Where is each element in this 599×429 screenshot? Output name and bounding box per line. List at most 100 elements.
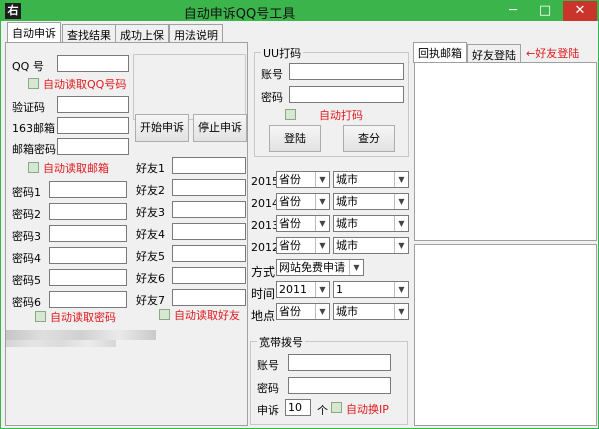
friend-input[interactable]	[172, 157, 246, 174]
friend-input[interactable]	[172, 245, 246, 262]
uu-password-label: 密码	[261, 91, 283, 104]
tab-receipt-mail[interactable]: 回执邮箱	[413, 42, 467, 63]
uu-password-input[interactable]	[289, 86, 404, 103]
tab-search-results[interactable]: 查找结果	[62, 24, 116, 43]
stop-appeal-button[interactable]: 停止申诉	[193, 114, 247, 142]
uu-account-input[interactable]	[289, 63, 404, 80]
province-select[interactable]: 省份 ▼	[276, 193, 330, 210]
friend-login-note: ←好友登陆	[526, 47, 580, 60]
password-input[interactable]	[49, 291, 127, 308]
qq-label: QQ 号	[12, 60, 44, 73]
auto-code-checkbox[interactable]	[285, 109, 296, 120]
tab-usage[interactable]: 用法说明	[169, 24, 223, 43]
tab-success[interactable]: 成功上保	[115, 24, 169, 43]
year-label: 2014	[251, 197, 279, 210]
appeal-count-input[interactable]: 10	[285, 399, 311, 416]
time-month-select[interactable]: 1 ▼	[333, 281, 409, 298]
broadband-password-label: 密码	[257, 382, 279, 395]
friend-input[interactable]	[172, 201, 246, 218]
captcha-image	[133, 54, 246, 120]
password-label: 密码1	[12, 186, 41, 199]
location-province-select[interactable]: 省份 ▼	[276, 303, 330, 320]
login-button[interactable]: 登陆	[269, 125, 321, 152]
title-bar[interactable]: 右 自动申诉QQ号工具 ─ □ ✕	[1, 1, 598, 22]
auto-read-password-label: 自动读取密码	[50, 311, 116, 324]
left-panel: QQ 号 自动读取QQ号码 验证码 163邮箱 邮箱密码 开始申诉 停止申诉 自…	[5, 42, 248, 426]
auto-ip-checkbox[interactable]	[331, 402, 342, 413]
province-select[interactable]: 省份 ▼	[276, 171, 330, 188]
chevron-down-icon: ▼	[394, 194, 408, 209]
uu-account-label: 账号	[261, 68, 283, 81]
auto-read-password-checkbox[interactable]	[35, 311, 46, 322]
chevron-down-icon: ▼	[315, 172, 329, 187]
auto-code-label: 自动打码	[319, 109, 363, 122]
auto-read-qq-label: 自动读取QQ号码	[43, 78, 127, 91]
auto-read-mail-checkbox[interactable]	[28, 162, 39, 173]
tab-friend-login[interactable]: 好友登陆	[467, 44, 521, 63]
friend-input[interactable]	[172, 289, 246, 306]
city-select[interactable]: 城市 ▼	[333, 237, 409, 254]
appeal-unit-label: 个	[317, 404, 328, 417]
start-appeal-button[interactable]: 开始申诉	[135, 114, 189, 142]
mail163-input[interactable]	[57, 117, 129, 134]
method-select[interactable]: 网站免费申请 ▼	[276, 259, 364, 276]
password-label: 密码6	[12, 296, 41, 309]
mail163-label: 163邮箱	[12, 122, 55, 135]
tab-auto-appeal[interactable]: 自动申诉	[7, 22, 61, 43]
maximize-button[interactable]: □	[530, 1, 560, 21]
auto-read-mail-label: 自动读取邮箱	[43, 162, 109, 175]
chevron-down-icon: ▼	[394, 238, 408, 253]
receipt-mail-list[interactable]	[414, 62, 597, 241]
query-score-button[interactable]: 查分	[343, 125, 395, 152]
city-select[interactable]: 城市 ▼	[333, 193, 409, 210]
blurred-banner	[6, 330, 156, 340]
qq-input[interactable]	[57, 55, 129, 72]
chevron-down-icon: ▼	[315, 194, 329, 209]
broadband-account-input[interactable]	[288, 354, 391, 371]
city-select[interactable]: 城市 ▼	[333, 171, 409, 188]
friend-label: 好友1	[136, 162, 165, 175]
friend-label: 好友2	[136, 184, 165, 197]
password-input[interactable]	[49, 203, 127, 220]
time-year-select[interactable]: 2011 ▼	[276, 281, 330, 298]
auto-read-friend-checkbox[interactable]	[159, 309, 170, 320]
chevron-down-icon: ▼	[315, 216, 329, 231]
auto-ip-label: 自动换IP	[346, 403, 389, 416]
friend-label: 好友7	[136, 294, 165, 307]
password-input[interactable]	[49, 269, 127, 286]
friend-input[interactable]	[172, 179, 246, 196]
password-input[interactable]	[49, 225, 127, 242]
close-button[interactable]: ✕	[563, 1, 597, 21]
mail-password-label: 邮箱密码	[12, 143, 56, 156]
friend-label: 好友3	[136, 206, 165, 219]
password-input[interactable]	[49, 181, 127, 198]
log-list[interactable]	[414, 244, 597, 426]
captcha-input[interactable]	[57, 96, 129, 113]
chevron-down-icon: ▼	[315, 304, 329, 319]
location-city-select[interactable]: 城市 ▼	[333, 303, 409, 320]
location-label: 地点	[251, 309, 276, 323]
mail-password-input[interactable]	[57, 138, 129, 155]
broadband-group: 宽带拨号 账号 密码 申诉 10 个 自动换IP	[250, 334, 408, 425]
broadband-group-title: 宽带拨号	[257, 334, 305, 350]
chevron-down-icon: ▼	[394, 282, 408, 297]
captcha-label: 验证码	[12, 101, 45, 114]
password-label: 密码2	[12, 208, 41, 221]
auto-read-qq-checkbox[interactable]	[28, 78, 39, 89]
year-label: 2013	[251, 219, 279, 232]
password-label: 密码4	[12, 252, 41, 265]
chevron-down-icon: ▼	[315, 282, 329, 297]
friend-input[interactable]	[172, 267, 246, 284]
blurred-banner	[6, 340, 116, 347]
minimize-button[interactable]: ─	[498, 1, 528, 21]
broadband-account-label: 账号	[257, 359, 279, 372]
province-select[interactable]: 省份 ▼	[276, 215, 330, 232]
friend-input[interactable]	[172, 223, 246, 240]
password-input[interactable]	[49, 247, 127, 264]
city-select[interactable]: 城市 ▼	[333, 215, 409, 232]
friend-label: 好友6	[136, 272, 165, 285]
method-label: 方式	[251, 265, 276, 279]
province-select[interactable]: 省份 ▼	[276, 237, 330, 254]
broadband-password-input[interactable]	[288, 377, 391, 394]
friend-label: 好友4	[136, 228, 165, 241]
